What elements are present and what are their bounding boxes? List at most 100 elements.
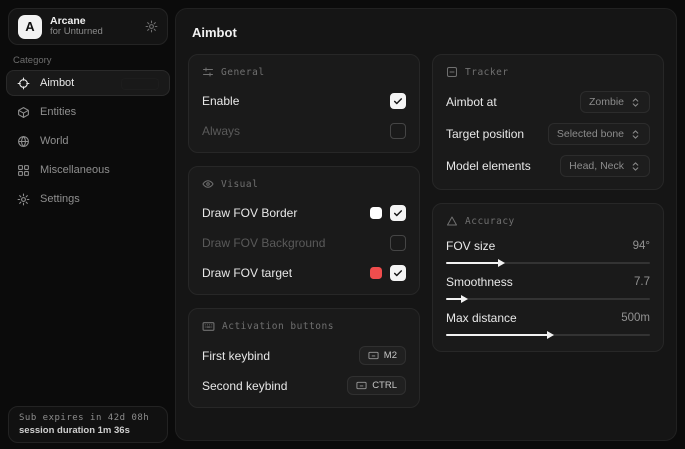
card-title: Visual	[221, 179, 258, 190]
fov-background-checkbox[interactable]	[390, 235, 406, 251]
second-keybind-button[interactable]: CTRL	[347, 376, 406, 395]
fov-target-checkbox[interactable]	[390, 265, 406, 281]
setting-row: Second keybind CTRL	[202, 375, 406, 396]
slider-thumb[interactable]	[498, 259, 505, 267]
subscription-info: Sub expires in 42d 08h session duration …	[8, 406, 168, 443]
setting-label: Aimbot at	[446, 95, 497, 109]
card-title: Accuracy	[465, 216, 515, 227]
setting-row: Draw FOV Background	[202, 232, 406, 253]
setting-label: Target position	[446, 127, 524, 141]
triangle-icon	[446, 215, 458, 227]
slider-row: Max distance 500m	[446, 311, 650, 336]
sidebar-item-label: World	[40, 135, 69, 147]
eye-icon	[202, 178, 214, 190]
fov-size-slider[interactable]	[446, 262, 650, 264]
grid-icon	[17, 164, 30, 177]
setting-row: Aimbot at Zombie	[446, 90, 650, 114]
app-subtitle: for Unturned	[50, 27, 137, 38]
accuracy-card: Accuracy FOV size 94° Smoothness 7.7	[432, 203, 664, 352]
setting-label: Smoothness	[446, 275, 513, 289]
slider-thumb[interactable]	[547, 331, 554, 339]
setting-label: First keybind	[202, 349, 270, 363]
cube-icon	[17, 106, 30, 119]
max-distance-slider[interactable]	[446, 334, 650, 336]
sidebar: A Arcane for Unturned Category Aimbot	[0, 0, 175, 449]
sidebar-item-entities[interactable]: Entities	[6, 99, 170, 125]
chevrons-up-down-icon	[630, 129, 641, 140]
slider-value: 94°	[633, 240, 650, 252]
tracker-card: Tracker Aimbot at Zombie Target position…	[432, 54, 664, 190]
sidebar-item-label: Entities	[40, 106, 76, 118]
fov-border-color-swatch[interactable]	[370, 207, 382, 219]
gear-icon[interactable]	[145, 20, 158, 33]
app-header: A Arcane for Unturned	[8, 8, 168, 45]
aimbot-at-dropdown[interactable]: Zombie	[580, 91, 650, 113]
fov-target-color-swatch[interactable]	[370, 267, 382, 279]
smoothness-slider[interactable]	[446, 298, 650, 300]
globe-icon	[17, 135, 30, 148]
sidebar-item-world[interactable]: World	[6, 128, 170, 154]
card-title: Tracker	[465, 67, 509, 78]
setting-label: Draw FOV Background	[202, 236, 325, 250]
first-keybind-button[interactable]: M2	[359, 346, 406, 365]
sidebar-item-settings[interactable]: Settings	[6, 186, 170, 212]
general-card: General Enable Always	[188, 54, 420, 153]
chevrons-up-down-icon	[630, 97, 641, 108]
setting-row: First keybind M2	[202, 345, 406, 366]
session-duration-text: session duration 1m 36s	[19, 425, 157, 436]
sidebar-item-label: Settings	[40, 193, 80, 205]
setting-row: Enable	[202, 90, 406, 111]
square-minus-icon	[446, 66, 458, 78]
always-checkbox[interactable]	[390, 123, 406, 139]
fov-border-checkbox[interactable]	[390, 205, 406, 221]
category-label: Category	[13, 55, 52, 66]
keyboard-icon	[368, 350, 379, 361]
sidebar-item-label: Aimbot	[40, 77, 74, 89]
sub-expiry-text: Sub expires in 42d 08h	[19, 413, 157, 423]
sliders-icon	[202, 66, 214, 78]
setting-label: Draw FOV target	[202, 266, 292, 280]
enable-checkbox[interactable]	[390, 93, 406, 109]
slider-value: 7.7	[634, 276, 650, 288]
setting-label: Enable	[202, 94, 239, 108]
chevrons-up-down-icon	[630, 161, 641, 172]
visual-card: Visual Draw FOV Border Draw FOV Backgrou…	[188, 166, 420, 295]
slider-value: 500m	[621, 312, 650, 324]
page-title: Aimbot	[192, 25, 664, 40]
keyboard-icon	[356, 380, 367, 391]
slider-thumb[interactable]	[461, 295, 468, 303]
slider-row: FOV size 94°	[446, 239, 650, 264]
setting-label: Model elements	[446, 159, 531, 173]
keybind-value: M2	[384, 350, 397, 361]
sidebar-item-miscellaneous[interactable]: Miscellaneous	[6, 157, 170, 183]
card-title: General	[221, 67, 265, 78]
setting-label: Draw FOV Border	[202, 206, 297, 220]
setting-label: Second keybind	[202, 379, 287, 393]
sidebar-item-label: Miscellaneous	[40, 164, 110, 176]
setting-row: Always	[202, 120, 406, 141]
crosshair-icon	[17, 77, 30, 90]
sidebar-nav: Aimbot Entities World	[6, 70, 170, 212]
keybind-value: CTRL	[372, 380, 397, 391]
setting-row: Draw FOV target	[202, 262, 406, 283]
selected-item-ghost	[121, 78, 159, 90]
dropdown-value: Head, Neck	[569, 160, 624, 172]
card-title: Activation buttons	[222, 321, 334, 332]
main-panel: Aimbot General Enable	[175, 8, 677, 441]
gear-icon	[17, 193, 30, 206]
setting-label: FOV size	[446, 239, 495, 253]
sidebar-item-aimbot[interactable]: Aimbot	[6, 70, 170, 96]
setting-row: Target position Selected bone	[446, 122, 650, 146]
setting-row: Model elements Head, Neck	[446, 154, 650, 178]
keyboard-icon	[202, 320, 215, 333]
setting-label: Always	[202, 124, 240, 138]
setting-label: Max distance	[446, 311, 517, 325]
app-logo: A	[18, 15, 42, 39]
model-elements-dropdown[interactable]: Head, Neck	[560, 155, 650, 177]
slider-row: Smoothness 7.7	[446, 275, 650, 300]
dropdown-value: Zombie	[589, 96, 624, 108]
target-position-dropdown[interactable]: Selected bone	[548, 123, 650, 145]
activation-card: Activation buttons First keybind M2 S	[188, 308, 420, 408]
setting-row: Draw FOV Border	[202, 202, 406, 223]
dropdown-value: Selected bone	[557, 128, 624, 140]
